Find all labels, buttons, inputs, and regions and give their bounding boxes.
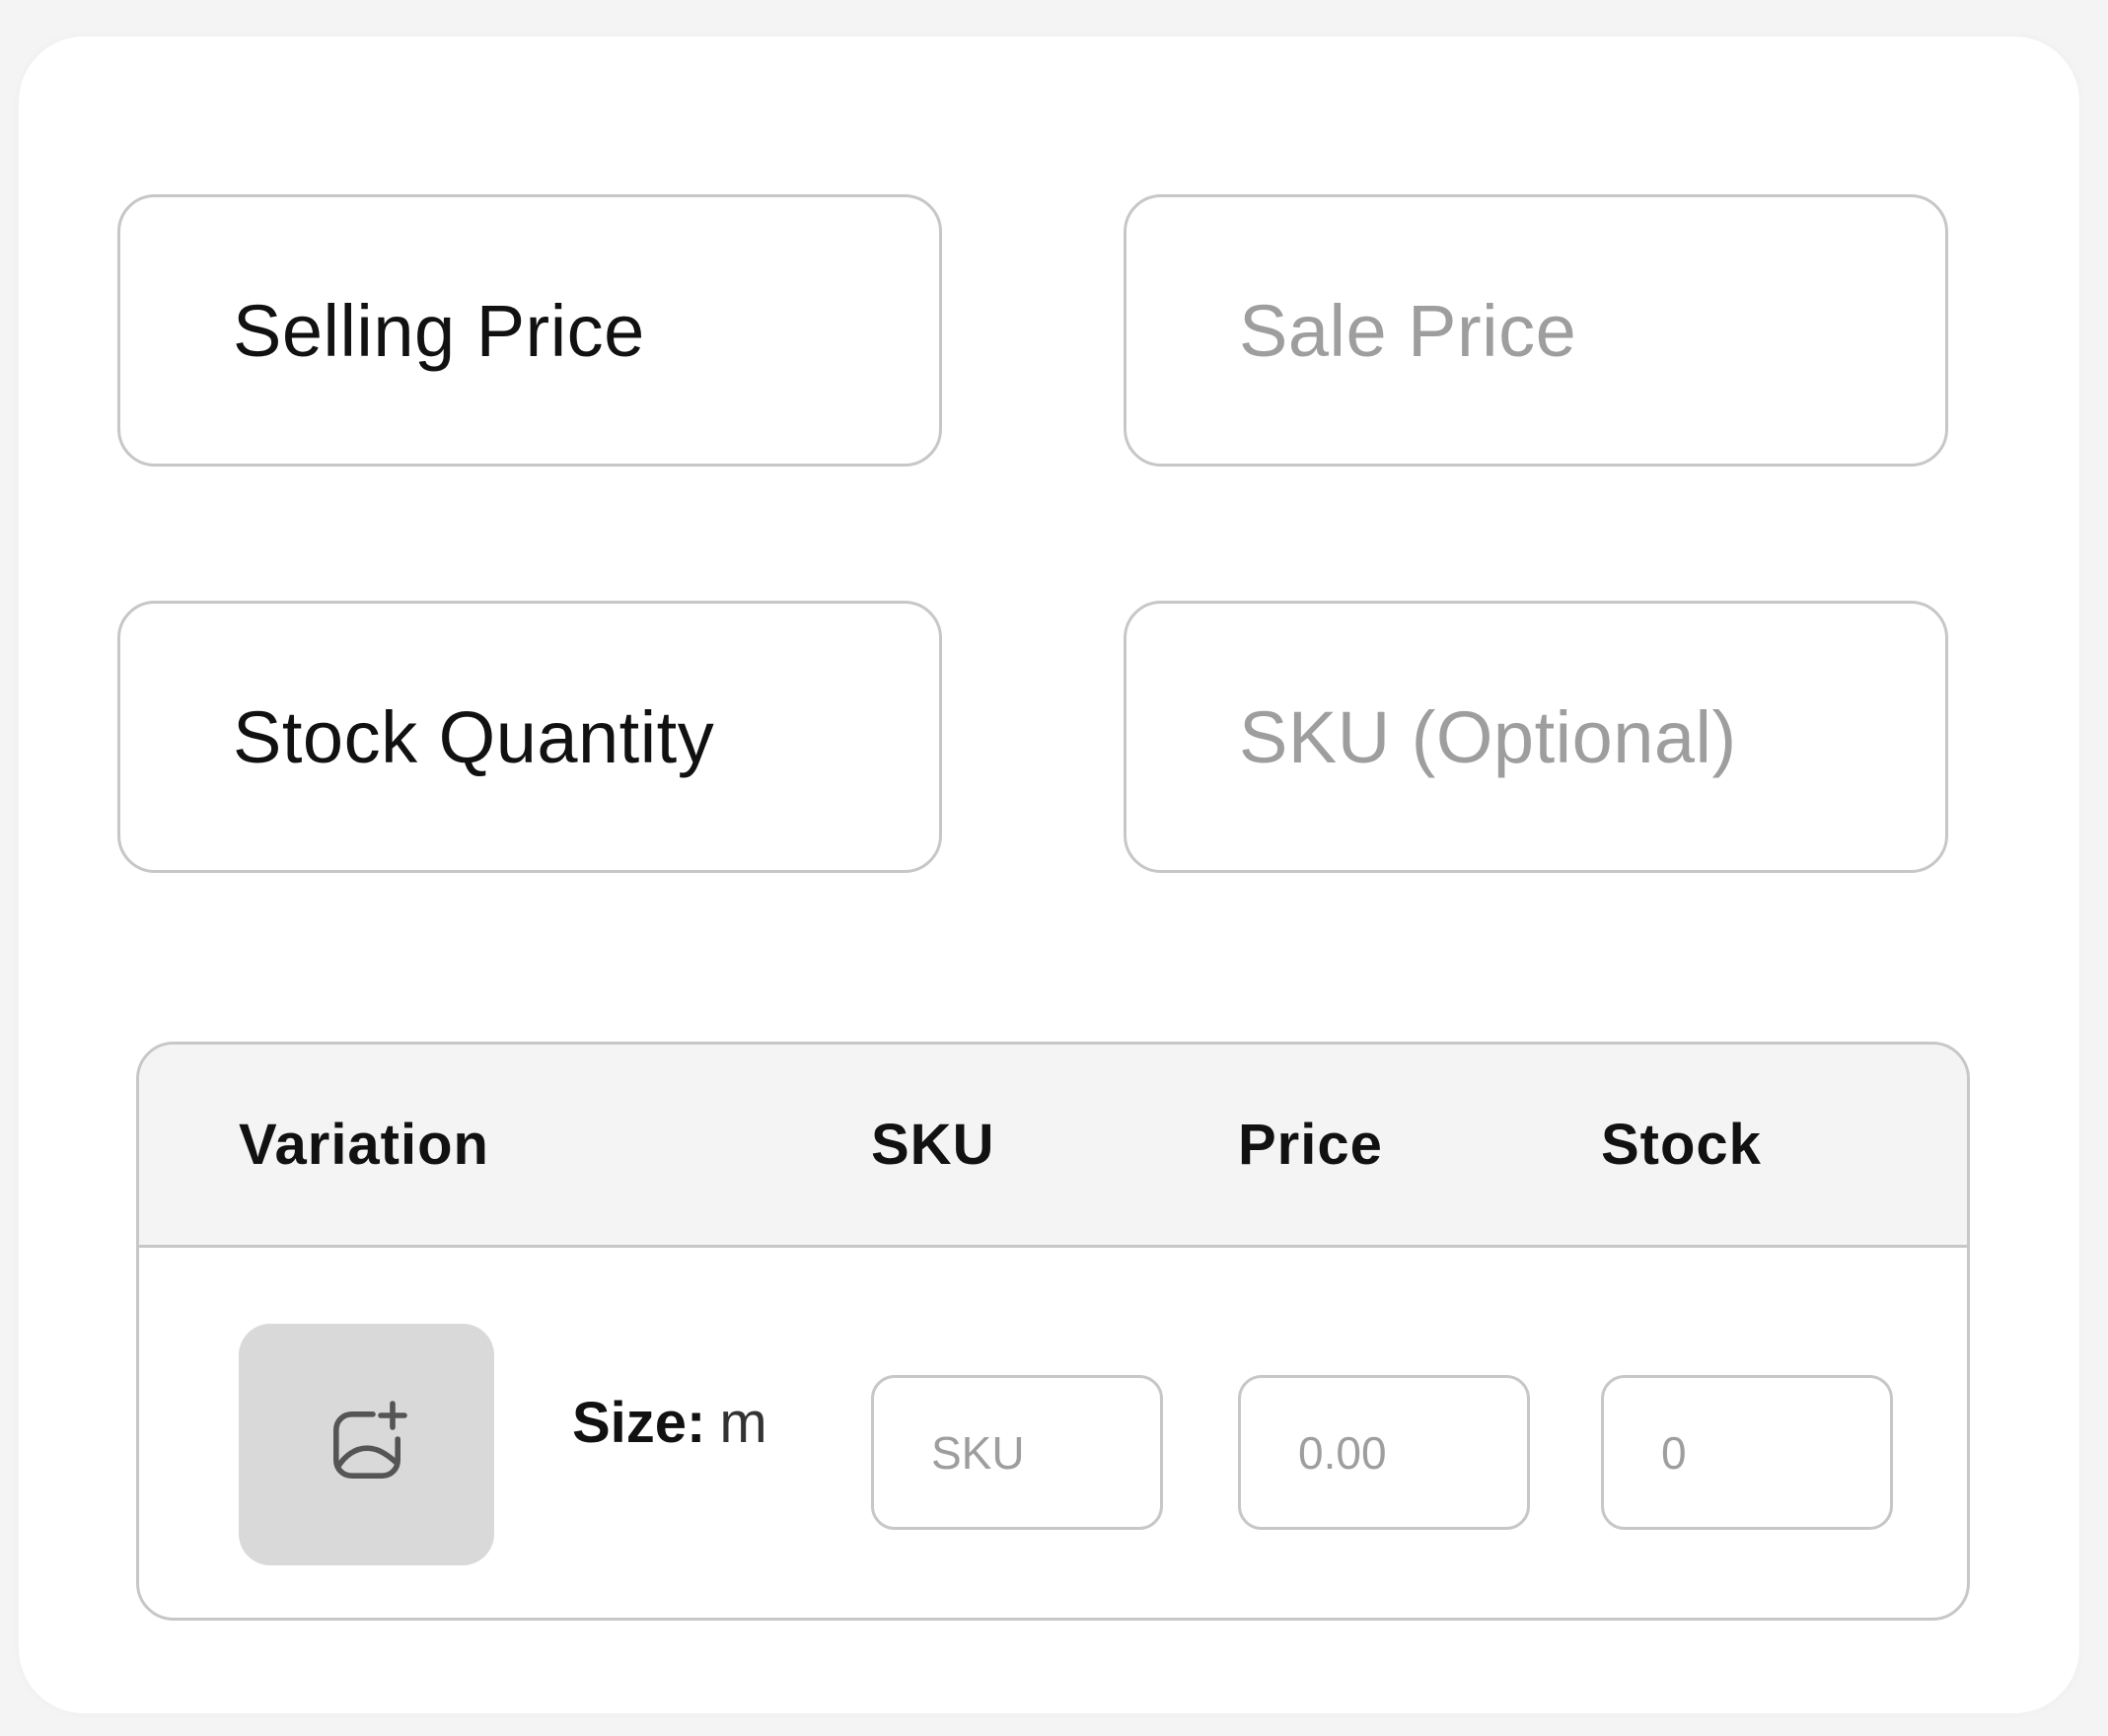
sale-price-field[interactable]: Sale Price <box>1124 194 1948 467</box>
header-stock: Stock <box>1601 1113 1762 1177</box>
stock-quantity-field[interactable]: Stock Quantity <box>117 601 942 873</box>
variation-attribute-value: m <box>719 1391 767 1455</box>
variation-sku-input[interactable]: SKU <box>871 1375 1163 1530</box>
header-sku: SKU <box>871 1113 995 1177</box>
header-variation: Variation <box>239 1113 489 1177</box>
sku-optional-field[interactable]: SKU (Optional) <box>1124 601 1948 873</box>
product-pricing-card: Selling Price Sale Price Stock Quantity … <box>19 36 2079 1713</box>
variation-attribute: Size: m <box>572 1390 767 1456</box>
variation-sku-placeholder: SKU <box>931 1426 1025 1479</box>
variations-table-header: Variation SKU Price Stock <box>139 1045 1967 1248</box>
selling-price-label: Selling Price <box>233 289 645 372</box>
sale-price-placeholder: Sale Price <box>1239 289 1577 372</box>
add-image-icon <box>332 1400 407 1479</box>
sku-optional-placeholder: SKU (Optional) <box>1239 695 1737 778</box>
variation-stock-placeholder: 0 <box>1661 1426 1687 1479</box>
stock-quantity-label: Stock Quantity <box>233 695 715 778</box>
variation-stock-input[interactable]: 0 <box>1601 1375 1893 1530</box>
header-price: Price <box>1238 1113 1383 1177</box>
variation-attribute-label: Size: <box>572 1391 706 1455</box>
selling-price-field[interactable]: Selling Price <box>117 194 942 467</box>
variations-table: Variation SKU Price Stock Size: m SKU 0.0… <box>136 1042 1970 1621</box>
variation-price-placeholder: 0.00 <box>1298 1426 1387 1479</box>
variation-price-input[interactable]: 0.00 <box>1238 1375 1530 1530</box>
variation-image-upload-button[interactable] <box>239 1324 494 1565</box>
